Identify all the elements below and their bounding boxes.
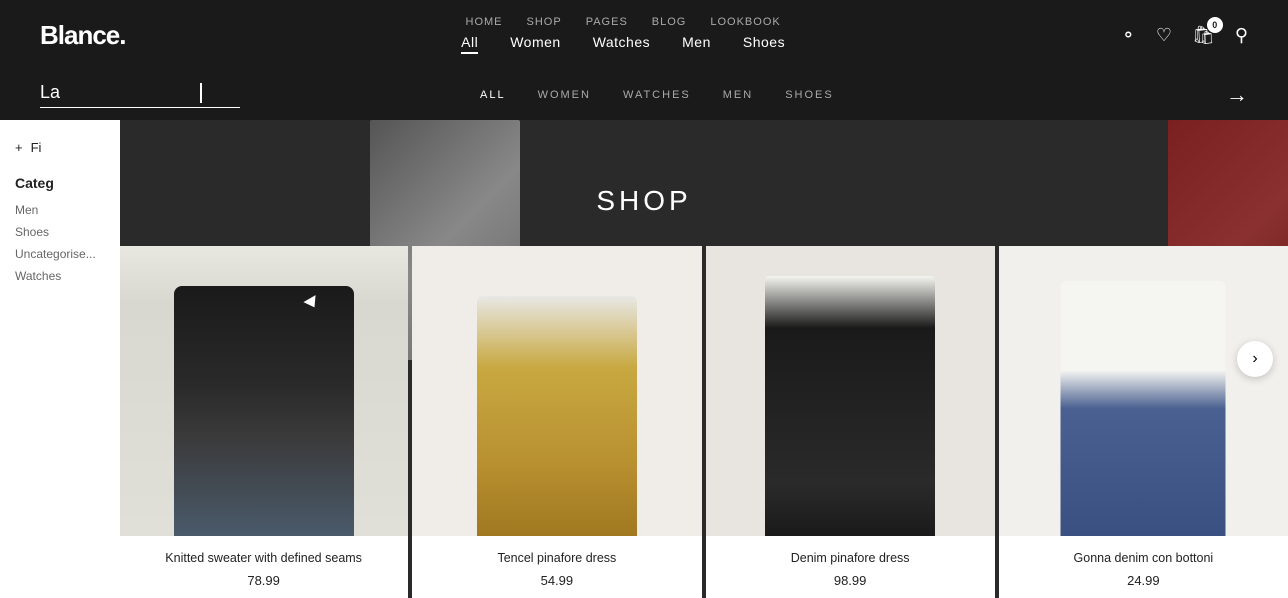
cart-badge: 0 — [1207, 17, 1223, 33]
product-price-4: 24.99 — [1009, 573, 1278, 588]
nav-icons: ⚬ ♡ 🛍 0 ⚲ — [1121, 25, 1248, 46]
search-input[interactable] — [40, 82, 200, 103]
product-image-3 — [706, 246, 995, 536]
product-price-1: 78.99 — [129, 573, 398, 588]
product-image-2 — [412, 246, 701, 536]
sidebar-category-uncategorised[interactable]: Uncategorise... — [15, 247, 105, 261]
nav-lookbook[interactable]: LOOKBOOK — [710, 16, 780, 28]
product-image-1 — [119, 246, 408, 536]
shop-label: Shop — [596, 185, 691, 217]
filter-women[interactable]: WOMEN — [538, 89, 591, 101]
sweater-image — [119, 246, 408, 536]
product-name-3: Denim pinafore dress — [716, 550, 985, 568]
wishlist-icon[interactable]: ♡ — [1156, 25, 1172, 46]
sidebar-filter-label: Fi — [31, 140, 42, 155]
sidebar-category-watches[interactable]: Watches — [15, 269, 105, 283]
denim-dress-image — [706, 246, 995, 536]
plus-icon: + — [15, 140, 23, 155]
product-name-1: Knitted sweater with defined seams — [129, 550, 398, 568]
nav-pages[interactable]: PAGES — [586, 16, 628, 28]
sidebar-categories-title: Categ — [15, 175, 105, 191]
product-info-3: Denim pinafore dress 98.99 — [706, 536, 995, 598]
user-icon[interactable]: ⚬ — [1121, 25, 1136, 46]
product-image-4 — [999, 246, 1288, 536]
cart-icon[interactable]: 🛍 0 — [1192, 25, 1215, 46]
sidebar: + Fi Categ Men Shoes Uncategorise... Wat… — [0, 120, 120, 598]
search-filters: ALL WOMEN WATCHES MEN SHOES — [480, 89, 834, 101]
product-card-2[interactable]: Tencel pinafore dress 54.99 — [412, 246, 701, 598]
grid-next-arrow[interactable]: › — [1237, 341, 1273, 377]
nav-home[interactable]: HOME — [466, 16, 503, 28]
product-card-3[interactable]: Denim pinafore dress 98.99 — [706, 246, 995, 598]
filter-all[interactable]: ALL — [480, 89, 506, 101]
nav-women[interactable]: Women — [510, 34, 560, 54]
filter-shoes[interactable]: SHOES — [785, 89, 834, 101]
search-cursor — [200, 83, 202, 103]
product-name-2: Tencel pinafore dress — [422, 550, 691, 568]
nav-bottom-links: All Women Watches Men Shoes — [461, 34, 785, 54]
search-icon[interactable]: ⚲ — [1235, 25, 1248, 46]
product-card-1[interactable]: Knitted sweater with defined seams 78.99 — [119, 246, 408, 598]
nav-top-links: HOME SHOP PAGES BLOG LOOKBOOK — [466, 16, 781, 28]
product-grid: Knitted sweater with defined seams 78.99… — [115, 246, 1288, 598]
sidebar-filter-toggle[interactable]: + Fi — [15, 140, 105, 155]
product-price-2: 54.99 — [422, 573, 691, 588]
top-navigation: Blance. HOME SHOP PAGES BLOG LOOKBOOK Al… — [0, 0, 1288, 70]
search-input-wrapper — [40, 82, 240, 108]
product-info-2: Tencel pinafore dress 54.99 — [412, 536, 701, 598]
nav-watches[interactable]: Watches — [593, 34, 650, 54]
product-info-1: Knitted sweater with defined seams 78.99 — [119, 536, 408, 598]
search-bar: ALL WOMEN WATCHES MEN SHOES → — [0, 70, 1288, 120]
gonna-image — [999, 246, 1288, 536]
sidebar-category-men[interactable]: Men — [15, 203, 105, 217]
sidebar-category-shoes[interactable]: Shoes — [15, 225, 105, 239]
filter-men[interactable]: MEN — [723, 89, 753, 101]
product-name-4: Gonna denim con bottoni — [1009, 550, 1278, 568]
main-nav: HOME SHOP PAGES BLOG LOOKBOOK All Women … — [461, 16, 785, 54]
nav-blog[interactable]: BLOG — [652, 16, 687, 28]
nav-shoes[interactable]: Shoes — [743, 34, 785, 54]
nav-shop[interactable]: SHOP — [527, 16, 562, 28]
logo[interactable]: Blance. — [40, 20, 126, 51]
product-card-4[interactable]: Gonna denim con bottoni 24.99 — [999, 246, 1288, 598]
nav-men[interactable]: Men — [682, 34, 711, 54]
search-arrow[interactable]: → — [1226, 82, 1248, 108]
filter-watches[interactable]: WATCHES — [623, 89, 691, 101]
product-info-4: Gonna denim con bottoni 24.99 — [999, 536, 1288, 598]
pinafore-image — [412, 246, 701, 536]
content-area: Shop + Fi Categ Men Shoes Uncategorise..… — [0, 120, 1288, 598]
nav-all[interactable]: All — [461, 34, 478, 54]
product-price-3: 98.99 — [716, 573, 985, 588]
